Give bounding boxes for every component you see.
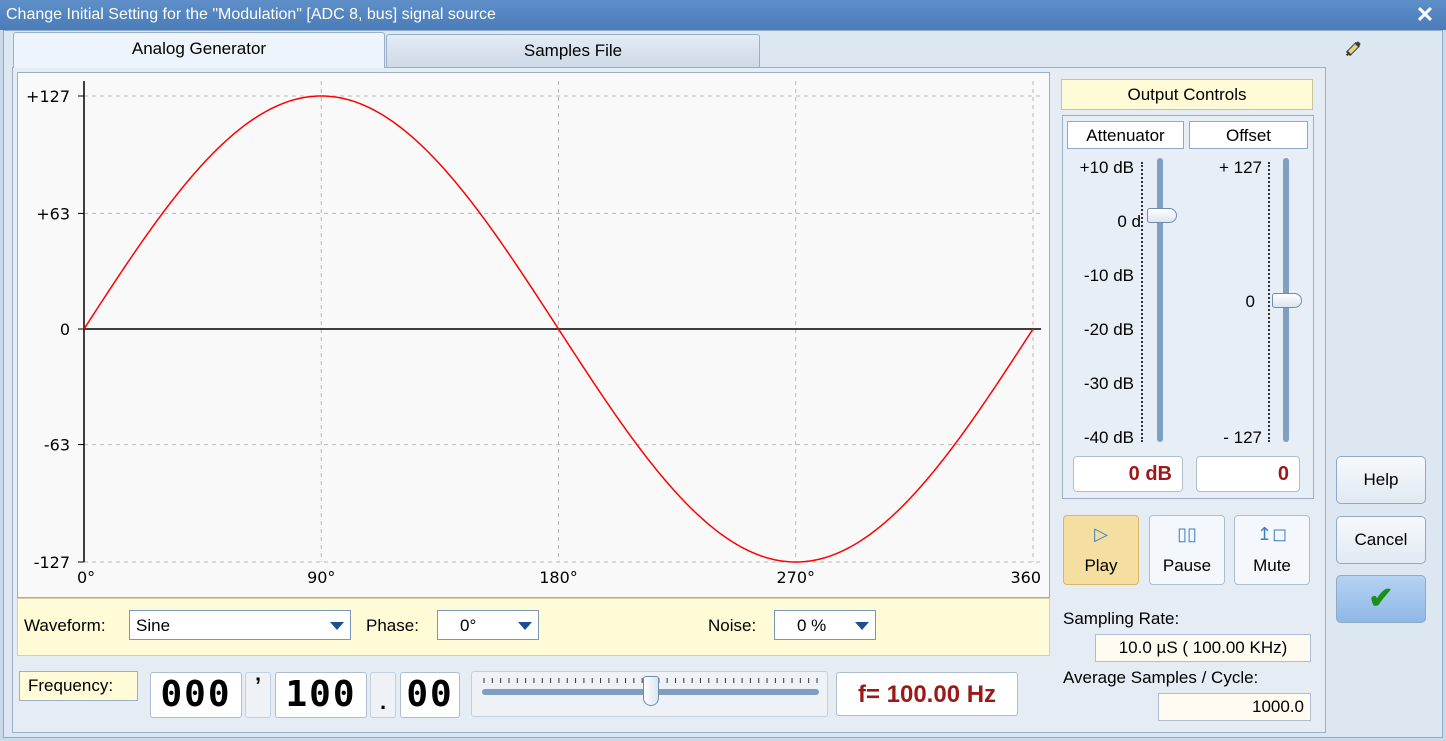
mute-button[interactable]: ↥◻ Mute — [1234, 515, 1310, 585]
phase-label: Phase: — [366, 616, 419, 635]
checkmark-icon: ✔ — [1368, 582, 1394, 615]
pause-icon: ▯▯ — [1177, 524, 1197, 544]
pause-label: Pause — [1162, 556, 1212, 575]
attenuator-header: Attenuator — [1067, 121, 1184, 149]
tab-samples-file[interactable]: Samples File — [386, 34, 760, 68]
y-tick-label: 0 — [60, 320, 70, 339]
offset-scale-label: - 127 — [1223, 428, 1262, 447]
offset-slider-thumb[interactable] — [1272, 293, 1302, 308]
cancel-button[interactable]: Cancel — [1336, 516, 1426, 564]
noise-select[interactable]: 0 % — [774, 610, 876, 640]
attenuator-scale-label: -20 dB — [1083, 320, 1134, 339]
y-tick-label: +127 — [26, 87, 70, 106]
title-bar: Change Initial Setting for the "Modulati… — [0, 0, 1446, 30]
attenuator-slider-thumb[interactable] — [1147, 207, 1177, 223]
x-tick-label: 180° — [539, 568, 578, 587]
noise-value: 0 % — [797, 616, 827, 635]
window-title: Change Initial Setting for the "Modulati… — [6, 6, 496, 23]
avg-samples-label: Average Samples / Cycle: — [1063, 668, 1259, 687]
ok-button[interactable]: ✔ — [1336, 575, 1426, 623]
waveform-label: Waveform: — [24, 616, 106, 635]
phase-value: 0° — [460, 616, 477, 635]
waveform-chart: +127 +63 0 -63 -127 0° 90° 180° 270° 360 — [26, 81, 1041, 587]
avg-samples-value: 1000.0 — [1158, 693, 1311, 721]
offset-scale-label: + 127 — [1218, 158, 1262, 177]
tab-analog-generator[interactable]: Analog Generator — [13, 32, 385, 68]
phase-select[interactable]: 0° — [437, 610, 539, 640]
pause-button[interactable]: ▯▯ Pause — [1149, 515, 1225, 585]
attenuator-value: 0 dB — [1073, 456, 1183, 492]
attenuator-scale-label: +10 dB — [1079, 158, 1134, 177]
thousands-separator: ’ — [245, 672, 271, 718]
x-tick-label: 360 — [1010, 568, 1041, 587]
output-controls-title: Output Controls — [1061, 79, 1313, 110]
attenuator-scale-label: -40 dB — [1083, 428, 1134, 447]
chevron-down-icon — [330, 622, 344, 630]
noise-label: Noise: — [708, 616, 757, 635]
frequency-digits-units[interactable]: 100 — [275, 672, 367, 718]
sampling-rate-value: 10.0 µS ( 100.00 KHz) — [1095, 634, 1311, 662]
waveform-select[interactable]: Sine — [129, 610, 351, 640]
chevron-down-icon — [518, 622, 532, 630]
frequency-slider[interactable] — [471, 671, 828, 717]
decimal-separator: . — [370, 672, 396, 718]
x-tick-label: 0° — [77, 568, 95, 587]
waveform-value: Sine — [136, 616, 171, 635]
mute-label: Mute — [1253, 556, 1291, 575]
attenuator-tick-marks — [1141, 162, 1145, 442]
frequency-label: Frequency: — [19, 671, 138, 701]
y-tick-label: -63 — [44, 436, 70, 455]
attenuator-scale-label: -30 dB — [1083, 374, 1134, 393]
frequency-digits-decimal[interactable]: 00 — [400, 672, 460, 718]
attenuator-scale-label: 0 d — [1117, 212, 1141, 231]
offset-scale-label: 0 — [1245, 292, 1255, 311]
help-button[interactable]: Help — [1336, 456, 1426, 504]
attenuator-slider-track[interactable] — [1157, 158, 1163, 442]
sampling-rate-label: Sampling Rate: — [1063, 609, 1180, 628]
frequency-digits-thousands[interactable]: 000 — [150, 672, 242, 718]
waveform-plot: +127 +63 0 -63 -127 0° 90° 180° 270° 360 — [17, 72, 1050, 598]
frequency-display: f= 100.00 Hz — [836, 672, 1018, 716]
pin-icon[interactable] — [1342, 38, 1364, 60]
frequency-slider-thumb[interactable] — [642, 676, 659, 706]
y-tick-label: +63 — [36, 204, 70, 223]
offset-header: Offset — [1189, 121, 1308, 149]
close-button[interactable]: ✕ — [1412, 2, 1438, 28]
mute-icon: ↥◻ — [1256, 524, 1288, 544]
y-tick-label: -127 — [34, 553, 70, 572]
chevron-down-icon — [855, 622, 869, 630]
play-icon: ▷ — [1094, 524, 1108, 544]
play-label: Play — [1084, 556, 1118, 575]
play-button[interactable]: ▷ Play — [1063, 515, 1139, 585]
attenuator-scale-label: -10 dB — [1083, 266, 1134, 285]
offset-value: 0 — [1196, 456, 1300, 492]
x-tick-label: 270° — [776, 568, 815, 587]
x-tick-label: 90° — [307, 568, 335, 587]
